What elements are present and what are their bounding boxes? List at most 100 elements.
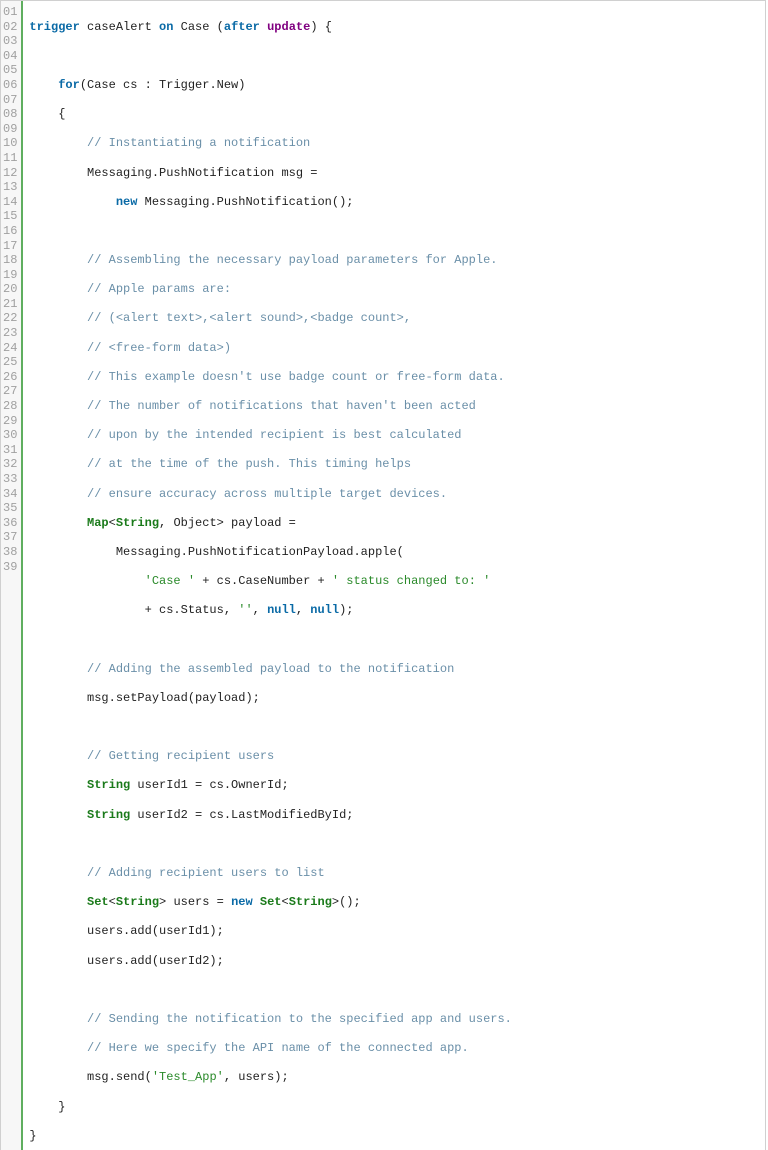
code-line: Messaging.PushNotificationPayload.apple( xyxy=(29,545,511,560)
code-line: Map<String, Object> payload = xyxy=(29,516,511,531)
line-number: 14 xyxy=(3,195,17,210)
code-line: // Instantiating a notification xyxy=(29,136,511,151)
comment: // The number of notifications that have… xyxy=(87,399,476,413)
line-number: 13 xyxy=(3,180,17,195)
code-line xyxy=(29,633,511,648)
code-line: Messaging.PushNotification msg = xyxy=(29,166,511,181)
line-number-gutter: 0102030405060708091011121314151617181920… xyxy=(1,1,23,1150)
code-line: 'Case ' + cs.CaseNumber + ' status chang… xyxy=(29,574,511,589)
code-line: // Apple params are: xyxy=(29,282,511,297)
code-line: Set<String> users = new Set<String>(); xyxy=(29,895,511,910)
line-number: 07 xyxy=(3,93,17,108)
line-number: 22 xyxy=(3,311,17,326)
comment: // Adding the assembled payload to the n… xyxy=(87,662,454,676)
comment: // Instantiating a notification xyxy=(87,136,310,150)
comment: // Sending the notification to the speci… xyxy=(87,1012,512,1026)
line-number: 15 xyxy=(3,209,17,224)
code-line: // <free-form data>) xyxy=(29,341,511,356)
keyword-null: null xyxy=(267,603,296,617)
code-line: // Getting recipient users xyxy=(29,749,511,764)
line-number: 04 xyxy=(3,49,17,64)
type-map: Map xyxy=(87,516,109,530)
line-number: 35 xyxy=(3,501,17,516)
line-number: 30 xyxy=(3,428,17,443)
line-number: 09 xyxy=(3,122,17,137)
comment: // upon by the intended recipient is bes… xyxy=(87,428,461,442)
code-line: new Messaging.PushNotification(); xyxy=(29,195,511,210)
line-number: 27 xyxy=(3,384,17,399)
code-line: // Here we specify the API name of the c… xyxy=(29,1041,511,1056)
line-number: 32 xyxy=(3,457,17,472)
line-number: 36 xyxy=(3,516,17,531)
line-number: 29 xyxy=(3,414,17,429)
line-number: 19 xyxy=(3,268,17,283)
line-number: 20 xyxy=(3,282,17,297)
keyword-trigger: trigger xyxy=(29,20,79,34)
code-line: // Adding the assembled payload to the n… xyxy=(29,662,511,677)
string-literal: 'Test_App' xyxy=(152,1070,224,1084)
code-line: users.add(userId2); xyxy=(29,954,511,969)
keyword-new: new xyxy=(116,195,138,209)
line-number: 39 xyxy=(3,560,17,575)
line-number: 01 xyxy=(3,5,17,20)
line-number: 25 xyxy=(3,355,17,370)
line-number: 31 xyxy=(3,443,17,458)
code-block: 0102030405060708091011121314151617181920… xyxy=(0,0,766,1150)
line-number: 26 xyxy=(3,370,17,385)
code-line xyxy=(29,720,511,735)
keyword-for: for xyxy=(58,78,80,92)
comment: // Getting recipient users xyxy=(87,749,274,763)
code-line: users.add(userId1); xyxy=(29,924,511,939)
line-number: 24 xyxy=(3,341,17,356)
line-number: 28 xyxy=(3,399,17,414)
code-line: // (<alert text>,<alert sound>,<badge co… xyxy=(29,311,511,326)
string-literal: ' status changed to: ' xyxy=(332,574,490,588)
line-number: 06 xyxy=(3,78,17,93)
line-number: 18 xyxy=(3,253,17,268)
code-line: // This example doesn't use badge count … xyxy=(29,370,511,385)
line-number: 03 xyxy=(3,34,17,49)
comment: // ensure accuracy across multiple targe… xyxy=(87,487,447,501)
code-line: for(Case cs : Trigger.New) xyxy=(29,78,511,93)
code-line: // Assembling the necessary payload para… xyxy=(29,253,511,268)
line-number: 10 xyxy=(3,136,17,151)
line-number: 02 xyxy=(3,20,17,35)
code-line: trigger caseAlert on Case (after update)… xyxy=(29,20,511,35)
code-line: // at the time of the push. This timing … xyxy=(29,457,511,472)
code-line: { xyxy=(29,107,511,122)
string-literal: 'Case ' xyxy=(145,574,195,588)
keyword-update: update xyxy=(267,20,310,34)
code-line: // upon by the intended recipient is bes… xyxy=(29,428,511,443)
line-number: 23 xyxy=(3,326,17,341)
line-number: 16 xyxy=(3,224,17,239)
comment: // Here we specify the API name of the c… xyxy=(87,1041,469,1055)
code-line: msg.setPayload(payload); xyxy=(29,691,511,706)
code-line: + cs.Status, '', null, null); xyxy=(29,603,511,618)
line-number: 38 xyxy=(3,545,17,560)
line-number: 12 xyxy=(3,166,17,181)
line-number: 08 xyxy=(3,107,17,122)
comment: // Apple params are: xyxy=(87,282,231,296)
code-line xyxy=(29,837,511,852)
type-string: String xyxy=(87,778,130,792)
code-line xyxy=(29,224,511,239)
line-number: 17 xyxy=(3,239,17,254)
code-area: trigger caseAlert on Case (after update)… xyxy=(23,1,517,1150)
code-line: // ensure accuracy across multiple targe… xyxy=(29,487,511,502)
line-number: 05 xyxy=(3,63,17,78)
line-number: 33 xyxy=(3,472,17,487)
code-line: } xyxy=(29,1100,511,1115)
code-line: // Adding recipient users to list xyxy=(29,866,511,881)
comment: // <free-form data>) xyxy=(87,341,231,355)
comment: // (<alert text>,<alert sound>,<badge co… xyxy=(87,311,411,325)
line-number: 11 xyxy=(3,151,17,166)
line-number: 34 xyxy=(3,487,17,502)
code-line xyxy=(29,983,511,998)
comment: // This example doesn't use badge count … xyxy=(87,370,505,384)
code-line: } xyxy=(29,1129,511,1144)
code-line xyxy=(29,49,511,64)
code-line: // Sending the notification to the speci… xyxy=(29,1012,511,1027)
code-line: String userId2 = cs.LastModifiedById; xyxy=(29,808,511,823)
code-line: // The number of notifications that have… xyxy=(29,399,511,414)
type-set: Set xyxy=(87,895,109,909)
